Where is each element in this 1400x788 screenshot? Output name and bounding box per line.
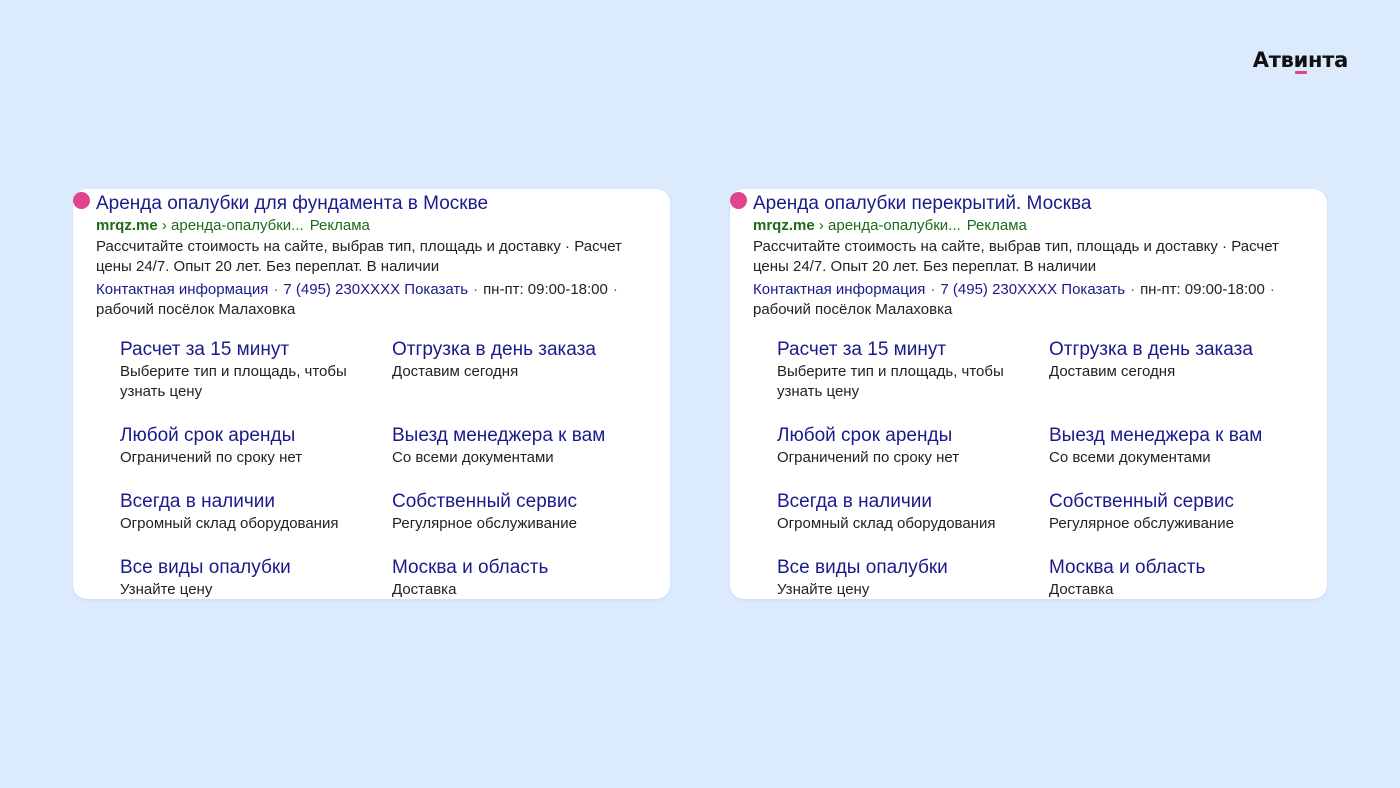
ad-description: Рассчитайте стоимость на сайте, выбрав т… [96, 238, 622, 275]
sitelink[interactable]: Всегда в наличии Огромный склад оборудова… [120, 491, 380, 534]
ad-contacts: Контактная информация · 7 (495) 230XXXX По… [753, 281, 1275, 318]
sitelink[interactable]: Все виды опалубки Узнайте цену [120, 557, 380, 599]
sitelink-desc: Регулярное обслуживание [392, 515, 577, 532]
sitelink[interactable]: Отгрузка в день заказа Доставим сегодня [1049, 339, 1309, 382]
ad-url: mrqz.me › аренда-опалубки... Реклама [96, 216, 652, 236]
sitelink-desc: Огромный склад оборудования [120, 515, 339, 532]
sitelink-desc: Узнайте цену [120, 581, 213, 598]
ad-path[interactable]: › аренда-опалубки... [158, 217, 304, 234]
sitelink-desc: Доставим сегодня [1049, 363, 1176, 380]
sitelink-desc: Со всеми документами [392, 449, 554, 466]
sitelink-desc: Доставка [1049, 581, 1114, 598]
sitelink[interactable]: Любой срок аренды Ограничений по сроку не… [120, 425, 380, 468]
sitelink[interactable]: Отгрузка в день заказа Доставим сегодня [392, 339, 652, 382]
work-hours: пн-пт: 09:00-18:00 [1140, 281, 1265, 298]
sitelink-title[interactable]: Любой срок аренды [777, 425, 1037, 447]
sitelink[interactable]: Собственный сервис Регулярное обслуживани… [1049, 491, 1309, 534]
ad-path[interactable]: › аренда-опалубки... [815, 217, 961, 234]
ad-card-1: Аренда опалубки для фундамента в Москве … [73, 189, 670, 599]
ad-url: mrqz.me › аренда-опалубки... Реклама [753, 216, 1309, 236]
sitelink[interactable]: Расчет за 15 минут Выберите тип и площадь… [120, 339, 380, 402]
sitelink-desc: Регулярное обслуживание [1049, 515, 1234, 532]
work-hours: пн-пт: 09:00-18:00 [483, 281, 608, 298]
sitelink-desc: Огромный склад оборудования [777, 515, 996, 532]
phone-link[interactable]: 7 (495) 230XXXX Показать [283, 281, 468, 298]
sitelink-title[interactable]: Москва и область [1049, 557, 1309, 579]
ad-title[interactable]: Аренда опалубки для фундамента в Москве [96, 191, 652, 216]
sitelink-title[interactable]: Расчет за 15 минут [777, 339, 1037, 361]
ad-label: Реклама [966, 217, 1027, 234]
sitelink[interactable]: Москва и область Доставка [1049, 557, 1309, 599]
sitelink-title[interactable]: Выезд менеджера к вам [1049, 425, 1309, 447]
marker-dot [730, 192, 747, 209]
sitelink[interactable]: Любой срок аренды Ограничений по сроку не… [777, 425, 1037, 468]
sitelink[interactable]: Выезд менеджера к вам Со всеми документам… [392, 425, 652, 468]
brand-logo: Атвинта [1252, 48, 1348, 74]
ad-contacts: Контактная информация · 7 (495) 230XXXX По… [96, 281, 618, 318]
sitelink-title[interactable]: Отгрузка в день заказа [392, 339, 652, 361]
phone-number: 7 (495) 230XXXX [283, 281, 401, 298]
sitelink-desc: Узнайте цену [777, 581, 870, 598]
sitelink-desc: Выберите тип и площадь, чтобы узнать цен… [777, 363, 1004, 400]
sitelink-desc: Со всеми документами [1049, 449, 1211, 466]
sitelink-title[interactable]: Выезд менеджера к вам [392, 425, 652, 447]
sitelink-title[interactable]: Всегда в наличии [120, 491, 380, 513]
sitelink[interactable]: Всегда в наличии Огромный склад оборудова… [777, 491, 1037, 534]
phone-number: 7 (495) 230XXXX [940, 281, 1058, 298]
sitelink[interactable]: Расчет за 15 минут Выберите тип и площадь… [777, 339, 1037, 402]
phone-link[interactable]: 7 (495) 230XXXX Показать [940, 281, 1125, 298]
sitelink-desc: Ограничений по сроку нет [777, 449, 960, 466]
ad-label: Реклама [309, 217, 370, 234]
address: рабочий посёлок Малаховка [753, 301, 953, 318]
sitelink-title[interactable]: Собственный сервис [1049, 491, 1309, 513]
phone-show: Показать [404, 281, 469, 298]
ad-description: Рассчитайте стоимость на сайте, выбрав т… [753, 238, 1279, 275]
sitelink-title[interactable]: Все виды опалубки [120, 557, 380, 579]
sitelink[interactable]: Москва и область Доставка [392, 557, 652, 599]
ad-domain[interactable]: mrqz.me [96, 217, 158, 234]
sitelink-title[interactable]: Любой срок аренды [120, 425, 380, 447]
sitelink-title[interactable]: Все виды опалубки [777, 557, 1037, 579]
sitelink-title[interactable]: Москва и область [392, 557, 652, 579]
sitelink-title[interactable]: Собственный сервис [392, 491, 652, 513]
sitelink[interactable]: Выезд менеджера к вам Со всеми документам… [1049, 425, 1309, 468]
sitelink-desc: Доставим сегодня [392, 363, 519, 380]
ad-title[interactable]: Аренда опалубки перекрытий. Москва [753, 191, 1309, 216]
contact-info-link[interactable]: Контактная информация [753, 281, 925, 298]
sitelink-title[interactable]: Отгрузка в день заказа [1049, 339, 1309, 361]
ad-domain[interactable]: mrqz.me [753, 217, 815, 234]
sitelink-desc: Ограничений по сроку нет [120, 449, 303, 466]
phone-show: Показать [1061, 281, 1126, 298]
marker-dot [73, 192, 90, 209]
contact-info-link[interactable]: Контактная информация [96, 281, 268, 298]
sitelink[interactable]: Все виды опалубки Узнайте цену [777, 557, 1037, 599]
sitelink[interactable]: Собственный сервис Регулярное обслуживани… [392, 491, 652, 534]
sitelink-title[interactable]: Расчет за 15 минут [120, 339, 380, 361]
sitelink-desc: Выберите тип и площадь, чтобы узнать цен… [120, 363, 347, 400]
ad-card-2: Аренда опалубки перекрытий. Москва mrqz.… [730, 189, 1327, 599]
address: рабочий посёлок Малаховка [96, 301, 296, 318]
sitelink-title[interactable]: Всегда в наличии [777, 491, 1037, 513]
sitelink-desc: Доставка [392, 581, 457, 598]
